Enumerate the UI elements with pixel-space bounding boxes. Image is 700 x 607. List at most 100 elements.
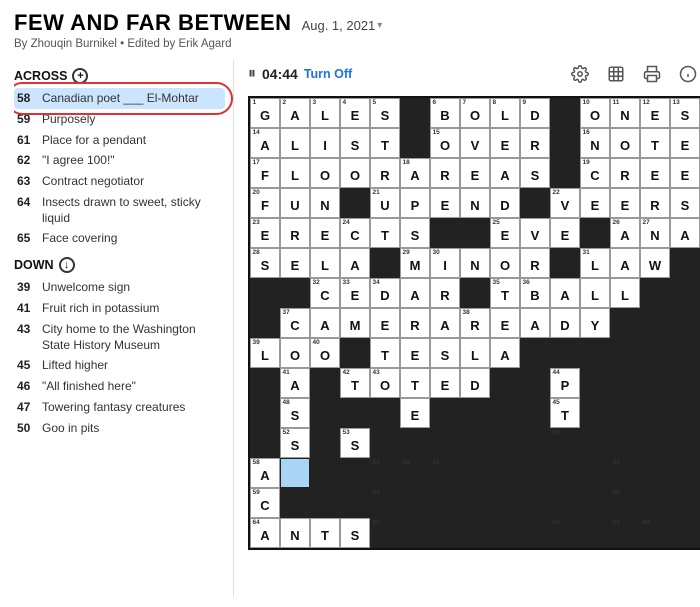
cell[interactable]: E: [430, 188, 460, 218]
cell[interactable]: L: [460, 338, 490, 368]
cell[interactable]: I: [310, 128, 340, 158]
cell[interactable]: 9D: [520, 98, 550, 128]
cell[interactable]: 10O: [580, 98, 610, 128]
cell[interactable]: 20F: [250, 188, 280, 218]
across-clue-64[interactable]: 64Insects drawn to sweet, sticky liquid: [14, 192, 225, 228]
cell[interactable]: 13S: [670, 98, 700, 128]
cell[interactable]: D: [490, 188, 520, 218]
cell[interactable]: O: [310, 158, 340, 188]
cell[interactable]: 44P: [550, 368, 580, 398]
settings-button[interactable]: [566, 60, 594, 88]
cell[interactable]: R: [520, 248, 550, 278]
cell[interactable]: 27N: [640, 218, 670, 248]
cell[interactable]: 45T: [550, 398, 580, 428]
cell[interactable]: E: [370, 308, 400, 338]
cell[interactable]: 23E: [250, 218, 280, 248]
cell[interactable]: 32C: [310, 278, 340, 308]
cell[interactable]: O: [490, 248, 520, 278]
down-clue-47[interactable]: 47Towering fantasy creatures: [14, 397, 225, 418]
cell[interactable]: R: [280, 218, 310, 248]
cell[interactable]: E: [640, 158, 670, 188]
cell[interactable]: 36B: [520, 278, 550, 308]
cell[interactable]: 34D: [370, 278, 400, 308]
cell[interactable]: 3L: [310, 98, 340, 128]
cell[interactable]: R: [430, 158, 460, 188]
cell[interactable]: L: [310, 248, 340, 278]
cell[interactable]: E: [610, 188, 640, 218]
cell[interactable]: R: [640, 188, 670, 218]
cell[interactable]: 12E: [640, 98, 670, 128]
cell[interactable]: W: [640, 248, 670, 278]
cell[interactable]: 7O: [460, 98, 490, 128]
cell[interactable]: A: [610, 248, 640, 278]
across-clue-58[interactable]: 58Canadian poet ___ El-Mohtar: [14, 88, 225, 109]
cell[interactable]: 17F: [250, 158, 280, 188]
cell[interactable]: 19C: [580, 158, 610, 188]
cell[interactable]: 39L: [250, 338, 280, 368]
cell[interactable]: O: [280, 338, 310, 368]
cell[interactable]: D: [460, 368, 490, 398]
cell[interactable]: 8L: [490, 98, 520, 128]
cell[interactable]: O: [340, 158, 370, 188]
cell[interactable]: S: [340, 128, 370, 158]
down-clue-46[interactable]: 46"All finished here": [14, 376, 225, 397]
cell[interactable]: E: [400, 398, 430, 428]
cell[interactable]: U: [280, 188, 310, 218]
cell[interactable]: T: [370, 218, 400, 248]
cell[interactable]: O: [610, 128, 640, 158]
cell[interactable]: 38R: [460, 308, 490, 338]
across-expand-icon[interactable]: +: [72, 68, 88, 84]
cell[interactable]: 1G: [250, 98, 280, 128]
cell[interactable]: 43O: [370, 368, 400, 398]
cell[interactable]: E: [310, 218, 340, 248]
cell[interactable]: E: [580, 188, 610, 218]
cell[interactable]: 29M: [400, 248, 430, 278]
cell[interactable]: S: [520, 158, 550, 188]
cell[interactable]: 18A: [400, 158, 430, 188]
across-clue-61[interactable]: 61Place for a pendant: [14, 130, 225, 151]
cell[interactable]: 58A: [250, 458, 280, 488]
cell[interactable]: E: [430, 368, 460, 398]
cell[interactable]: 40O: [310, 338, 340, 368]
cell[interactable]: 22V: [550, 188, 580, 218]
cell[interactable]: 59C: [250, 488, 280, 518]
cell[interactable]: E: [490, 128, 520, 158]
gear-button[interactable]: [602, 60, 630, 88]
cell[interactable]: A: [400, 278, 430, 308]
cell[interactable]: 64A: [250, 518, 280, 548]
cell[interactable]: 24C: [340, 218, 370, 248]
cell[interactable]: E: [670, 128, 700, 158]
cell[interactable]: R: [520, 128, 550, 158]
cell[interactable]: N: [460, 188, 490, 218]
cell[interactable]: 41A: [280, 368, 310, 398]
cell[interactable]: A: [340, 248, 370, 278]
turn-off-button[interactable]: Turn Off: [304, 67, 352, 81]
cell[interactable]: A: [310, 308, 340, 338]
cell[interactable]: A: [430, 308, 460, 338]
cell[interactable]: 26A: [610, 218, 640, 248]
cell[interactable]: T: [400, 368, 430, 398]
cell[interactable]: E: [550, 218, 580, 248]
cell[interactable]: 42T: [340, 368, 370, 398]
cell[interactable]: L: [280, 128, 310, 158]
cell[interactable]: R: [610, 158, 640, 188]
cell[interactable]: 6B: [430, 98, 460, 128]
cell[interactable]: N: [460, 248, 490, 278]
cell[interactable]: 21U: [370, 188, 400, 218]
cell[interactable]: V: [460, 128, 490, 158]
cell[interactable]: T: [370, 338, 400, 368]
cell[interactable]: S: [400, 218, 430, 248]
cell[interactable]: 30I: [430, 248, 460, 278]
cell[interactable]: L: [610, 278, 640, 308]
cell[interactable]: E: [280, 248, 310, 278]
cell[interactable]: V: [520, 218, 550, 248]
cell[interactable]: A: [490, 338, 520, 368]
cell[interactable]: 2A: [280, 98, 310, 128]
down-clue-39[interactable]: 39Unwelcome sign: [14, 277, 225, 298]
puzzle-date[interactable]: Aug. 1, 2021 ▾: [302, 18, 383, 33]
cell[interactable]: L: [580, 278, 610, 308]
cell[interactable]: D: [550, 308, 580, 338]
cell[interactable]: N: [310, 188, 340, 218]
cell[interactable]: 14A: [250, 128, 280, 158]
cell[interactable]: E: [400, 338, 430, 368]
